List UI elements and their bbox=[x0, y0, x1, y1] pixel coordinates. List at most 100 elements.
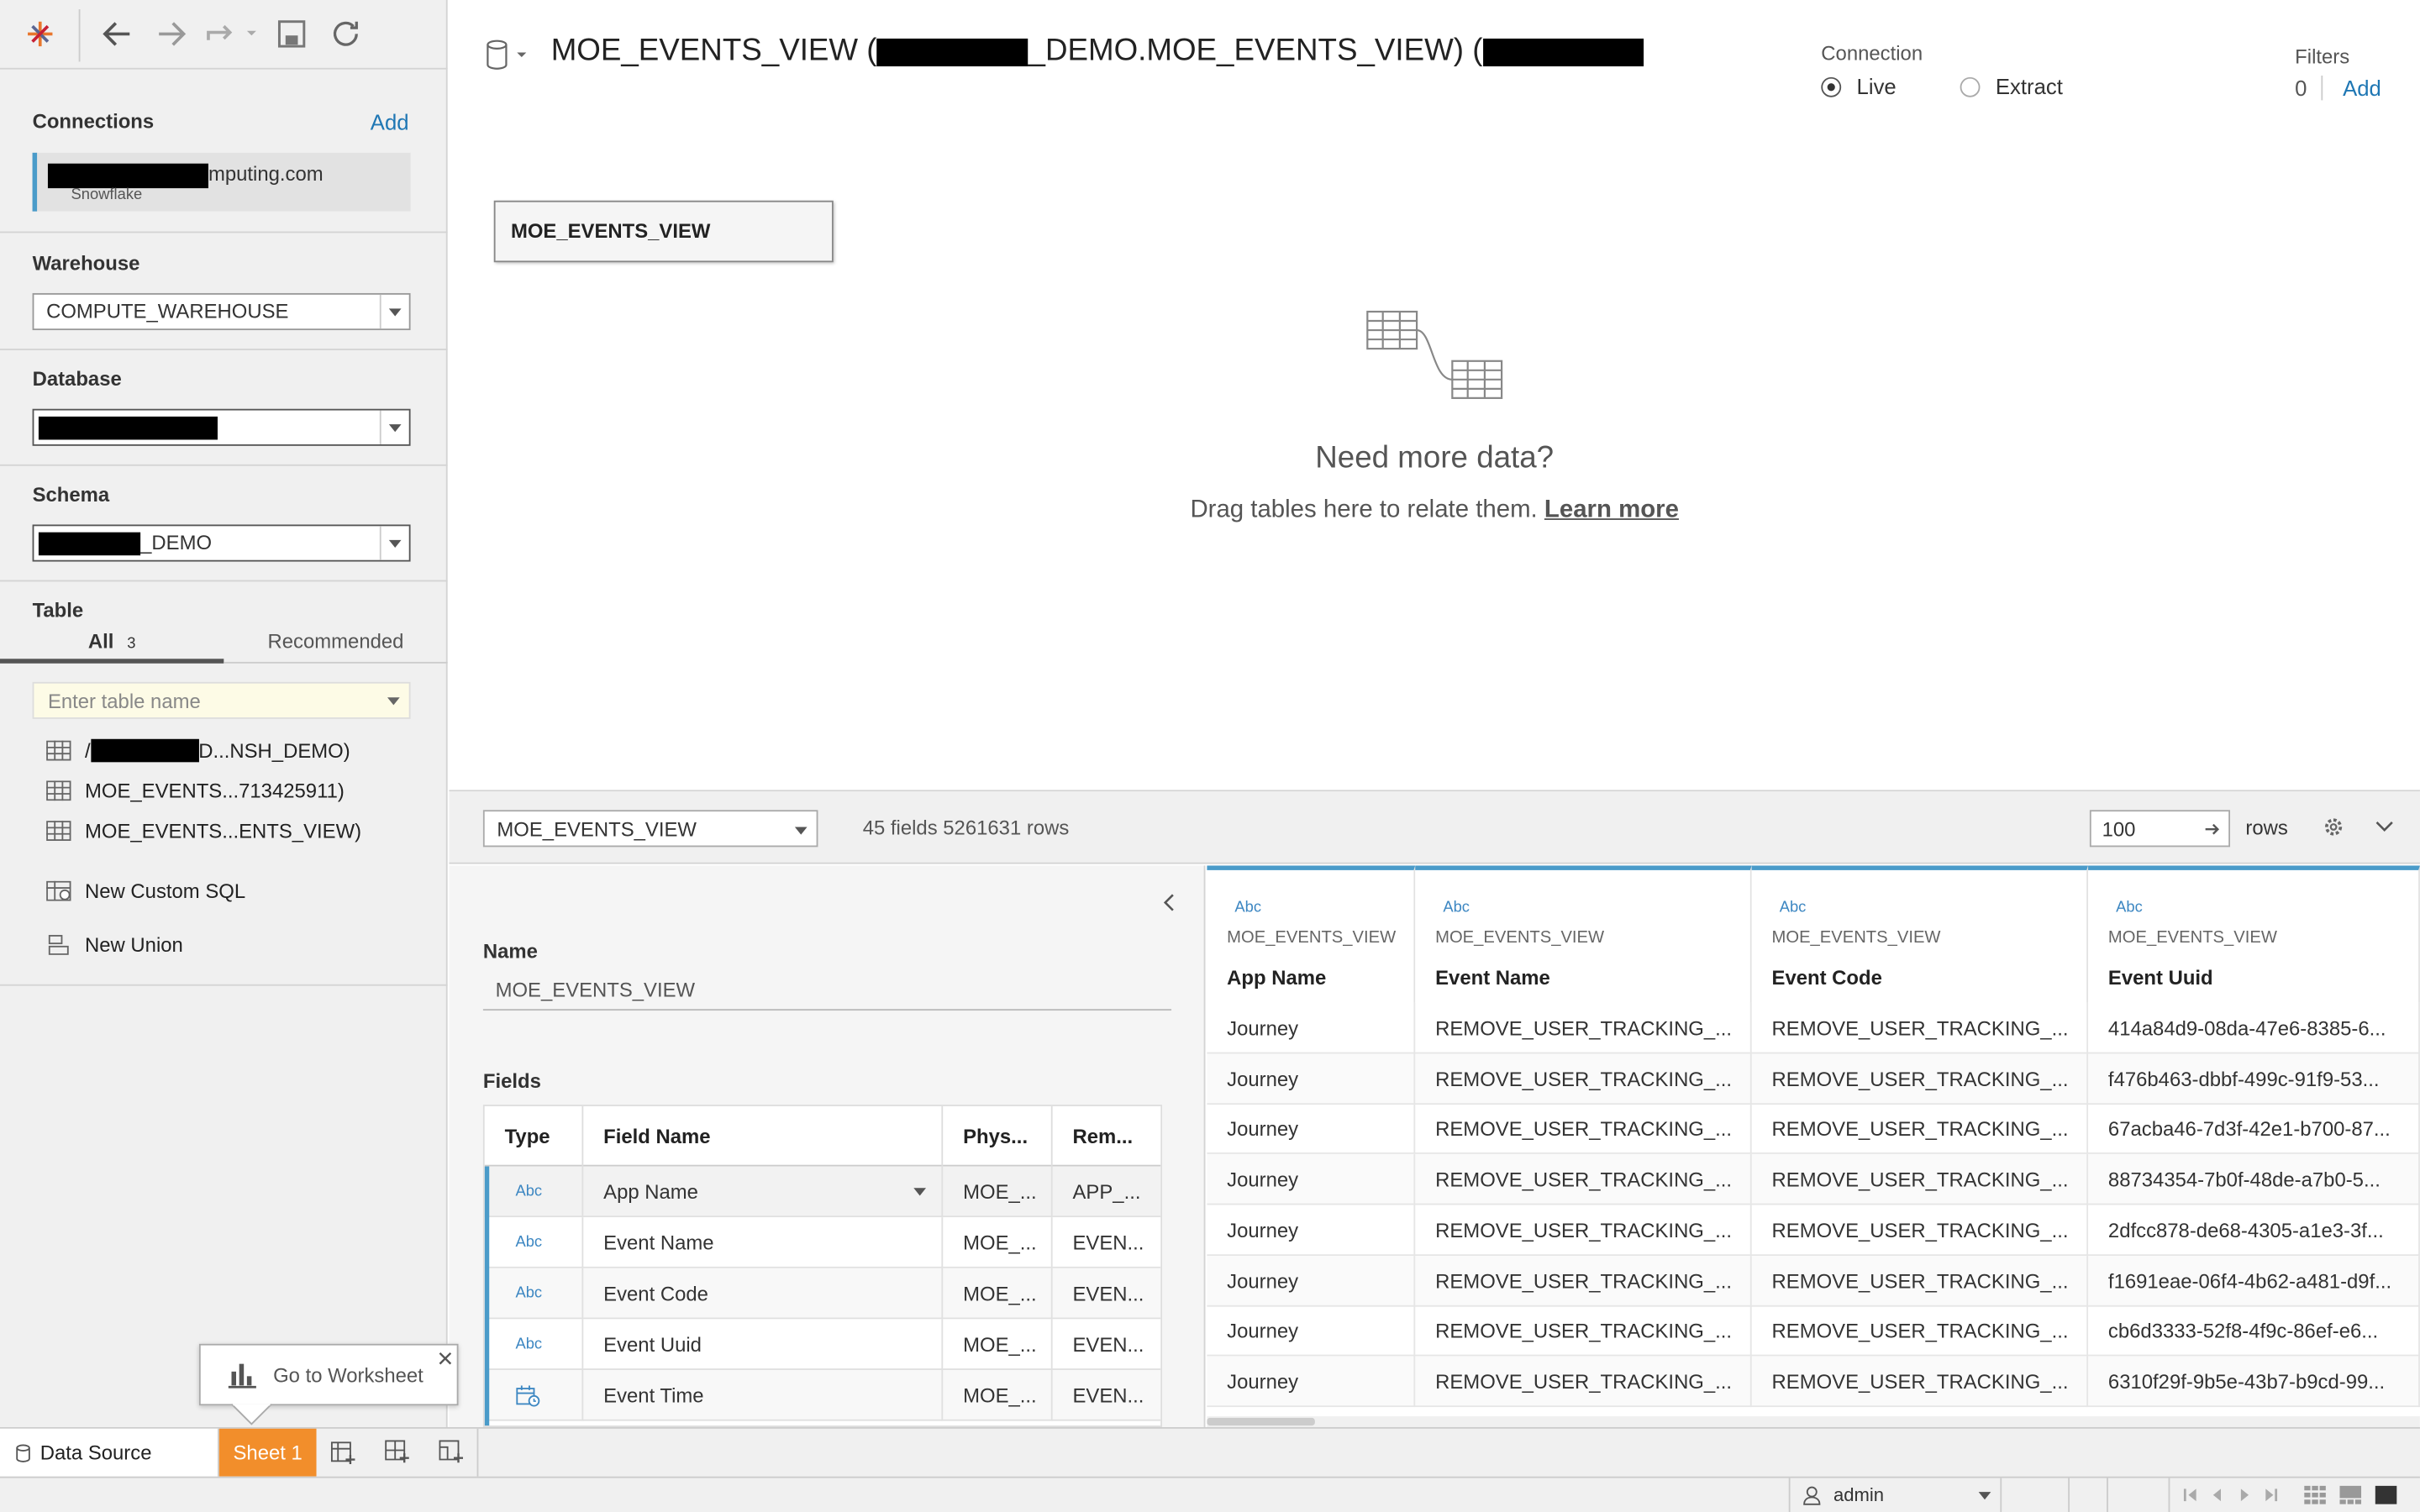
new-union[interactable]: New Union bbox=[46, 929, 183, 960]
field-name[interactable]: Event Code bbox=[583, 1268, 944, 1320]
tab-recommended[interactable]: Recommended bbox=[224, 625, 448, 664]
new-worksheet-icon[interactable] bbox=[330, 1441, 356, 1465]
field-name[interactable]: Event Name bbox=[583, 1217, 944, 1268]
table-item[interactable]: MOE_EVENTS...ENTS_VIEW) bbox=[46, 815, 361, 846]
field-remote-name: APP_... bbox=[1072, 1180, 1141, 1204]
extract-radio[interactable]: Extract bbox=[1960, 74, 2063, 99]
grid-row[interactable]: Journey REMOVE_USER_TRACKING_... REMOVE_US… bbox=[1207, 1305, 2420, 1357]
datasource-icon bbox=[16, 1443, 30, 1462]
col-header-physical[interactable]: Phys... bbox=[943, 1105, 1053, 1167]
tab-all[interactable]: All 3 bbox=[0, 625, 224, 664]
warehouse-dropdown[interactable]: COMPUTE_WAREHOUSE bbox=[32, 292, 411, 331]
live-radio[interactable]: Live bbox=[1821, 74, 1897, 99]
datetime-type-icon bbox=[485, 1369, 584, 1421]
string-type-icon[interactable]: Abc bbox=[2116, 900, 2143, 916]
grid-cell: Journey bbox=[1207, 1154, 1416, 1205]
table-item[interactable]: / D...NSH_DEMO) bbox=[46, 734, 350, 765]
field-name[interactable]: App Name bbox=[583, 1166, 944, 1218]
string-type-icon[interactable]: Abc bbox=[1234, 900, 1261, 916]
grid-cell: Journey bbox=[1207, 1103, 1416, 1155]
join-canvas[interactable]: MOE_EVENTS_VIEW (_DEMO.MOE_EVENTS_VIEW) … bbox=[449, 0, 2420, 792]
datasource-name-field[interactable]: MOE_EVENTS_VIEW bbox=[482, 970, 1172, 1011]
grid-column-header[interactable]: Abc MOE_EVENTS_VIEW Event Code bbox=[1751, 865, 2089, 1003]
metadata-pane: Name MOE_EVENTS_VIEW Fields Type Field N… bbox=[449, 865, 1206, 1427]
chevron-down-icon[interactable] bbox=[2375, 819, 2394, 834]
back-arrow-icon[interactable] bbox=[99, 15, 136, 52]
grid-view-icon[interactable] bbox=[2304, 1485, 2326, 1504]
new-custom-sql[interactable]: New Custom SQL bbox=[46, 874, 245, 906]
string-type-icon[interactable]: Abc bbox=[1443, 900, 1470, 916]
field-name[interactable]: Event Uuid bbox=[583, 1319, 944, 1370]
rows-value: 100 bbox=[2102, 817, 2136, 842]
close-icon[interactable] bbox=[439, 1352, 453, 1366]
tab-sheet-1[interactable]: Sheet 1 bbox=[218, 1428, 317, 1477]
grid-row[interactable]: Journey REMOVE_USER_TRACKING_... REMOVE_US… bbox=[1207, 1356, 2420, 1407]
divider bbox=[0, 984, 448, 986]
string-type-icon[interactable]: Abc bbox=[1780, 900, 1807, 916]
radio-unchecked-icon bbox=[1960, 76, 1981, 97]
save-icon[interactable] bbox=[273, 15, 310, 52]
tab-all-count: 3 bbox=[127, 635, 136, 653]
filmstrip-view-icon[interactable] bbox=[2339, 1485, 2362, 1504]
add-filter-link[interactable]: Add bbox=[2343, 76, 2381, 100]
table-item[interactable]: MOE_EVENTS...713425911) bbox=[46, 774, 345, 806]
tabs-view-icon[interactable] bbox=[2375, 1485, 2397, 1504]
status-divider bbox=[2168, 1478, 2170, 1512]
learn-more-link[interactable]: Learn more bbox=[1544, 496, 1679, 522]
tab-data-source[interactable]: Data Source bbox=[0, 1428, 219, 1477]
table-name: D...NSH_DEMO) bbox=[198, 738, 350, 762]
grid-column-header[interactable]: Abc MOE_EVENTS_VIEW Event Name bbox=[1415, 865, 1752, 1003]
grid-cell: REMOVE_USER_TRACKING_... bbox=[1752, 1103, 2089, 1155]
connection-item[interactable]: mputing.com Snowflake bbox=[32, 152, 411, 212]
title-prefix: MOE_EVENTS_VIEW ( bbox=[550, 34, 877, 68]
redo-dropdown-icon[interactable] bbox=[203, 15, 259, 52]
add-connection-link[interactable]: Add bbox=[371, 109, 409, 134]
grid-row[interactable]: Journey REMOVE_USER_TRACKING_... REMOVE_US… bbox=[1207, 1002, 2420, 1054]
field-row[interactable]: Abc App Name MOE_... APP_... bbox=[484, 1166, 1161, 1218]
grid-row[interactable]: Journey REMOVE_USER_TRACKING_... REMOVE_US… bbox=[1207, 1053, 2420, 1105]
sheet-navigation-icons[interactable] bbox=[2182, 1488, 2287, 1503]
col-header-field-name[interactable]: Field Name bbox=[583, 1105, 944, 1167]
field-row[interactable]: Abc Event Code MOE_... EVEN... bbox=[484, 1268, 1161, 1320]
tableau-logo-icon[interactable] bbox=[22, 15, 59, 52]
field-name[interactable]: Event Time bbox=[583, 1369, 944, 1421]
grid-column-header[interactable]: Abc MOE_EVENTS_VIEW App Name bbox=[1207, 865, 1416, 1003]
collapse-chevron-icon[interactable] bbox=[1162, 893, 1177, 911]
go-to-worksheet-tooltip[interactable]: Go to Worksheet bbox=[198, 1343, 459, 1406]
rows-input[interactable]: 100 bbox=[2089, 810, 2231, 848]
grid-cell: REMOVE_USER_TRACKING_... bbox=[1415, 1002, 1752, 1054]
datasource-icon[interactable] bbox=[483, 37, 533, 74]
table-select-dropdown[interactable]: MOE_EVENTS_VIEW bbox=[482, 810, 818, 848]
schema-value-redacted bbox=[38, 532, 141, 556]
table-search-input[interactable]: Enter table name bbox=[32, 681, 411, 719]
field-row[interactable]: Event Time MOE_... EVEN... bbox=[484, 1369, 1161, 1421]
new-story-icon[interactable] bbox=[439, 1440, 465, 1464]
horizontal-scrollbar[interactable] bbox=[1207, 1416, 2420, 1427]
table-icon bbox=[46, 780, 71, 801]
gear-icon[interactable] bbox=[2323, 816, 2344, 838]
user-menu[interactable]: admin bbox=[1788, 1478, 2002, 1512]
grid-row[interactable]: Journey REMOVE_USER_TRACKING_... REMOVE_US… bbox=[1207, 1154, 2420, 1205]
forward-arrow-icon[interactable] bbox=[153, 15, 190, 52]
field-physical-table: MOE_... bbox=[943, 1217, 1053, 1268]
enter-arrow-icon[interactable] bbox=[2204, 821, 2221, 837]
refresh-icon[interactable] bbox=[327, 15, 364, 52]
new-dashboard-icon[interactable] bbox=[384, 1440, 410, 1464]
schema-dropdown[interactable]: _DEMO bbox=[32, 524, 411, 562]
col-header-remote[interactable]: Rem... bbox=[1053, 1106, 1161, 1167]
grid-column-header[interactable]: Abc MOE_EVENTS_VIEW Event Uuid bbox=[2088, 865, 2420, 1003]
scrollbar-thumb[interactable] bbox=[1207, 1417, 1315, 1426]
chevron-down-icon[interactable] bbox=[913, 1188, 927, 1196]
field-row[interactable]: Abc Event Name MOE_... EVEN... bbox=[484, 1217, 1161, 1268]
col-header-type[interactable]: Type bbox=[485, 1105, 584, 1167]
grid-row[interactable]: Journey REMOVE_USER_TRACKING_... REMOVE_US… bbox=[1207, 1103, 2420, 1155]
chevron-down-icon bbox=[387, 697, 400, 706]
datasource-title[interactable]: MOE_EVENTS_VIEW (_DEMO.MOE_EVENTS_VIEW) … bbox=[551, 34, 1644, 69]
connection-name-text: mputing.com bbox=[208, 161, 324, 186]
database-dropdown[interactable] bbox=[32, 408, 411, 446]
fields-table: Type Field Name Phys... Rem... Abc App Na… bbox=[482, 1105, 1163, 1427]
grid-row[interactable]: Journey REMOVE_USER_TRACKING_... REMOVE_US… bbox=[1207, 1255, 2420, 1306]
canvas-table-box[interactable]: MOE_EVENTS_VIEW bbox=[493, 200, 834, 263]
field-row[interactable]: Abc Event Uuid MOE_... EVEN... bbox=[484, 1319, 1161, 1370]
grid-row[interactable]: Journey REMOVE_USER_TRACKING_... REMOVE_US… bbox=[1207, 1205, 2420, 1256]
